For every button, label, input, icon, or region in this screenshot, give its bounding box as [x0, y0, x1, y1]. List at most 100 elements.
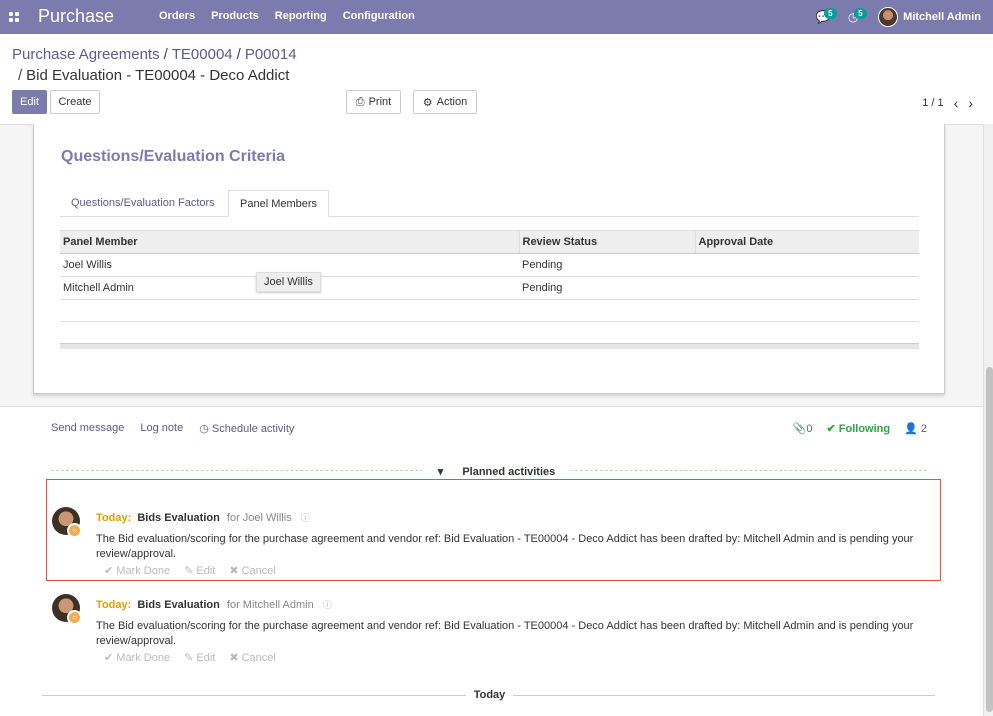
mark-done-label: Mark Done	[116, 652, 171, 664]
column-approval-date[interactable]: Approval Date	[694, 230, 919, 254]
mark-done-button[interactable]: ✔ Mark Done	[104, 651, 170, 664]
caret-down-icon: ▾	[429, 466, 452, 478]
check-icon: ✔	[826, 423, 836, 435]
followers-count: 2	[920, 423, 927, 435]
app-brand[interactable]: Purchase	[38, 6, 114, 27]
breadcrumb-purchase-agreements[interactable]: Purchase Agreements	[12, 46, 160, 63]
edit-label: Edit	[196, 565, 216, 577]
table-row[interactable]: Joel Willis Pending	[60, 253, 919, 277]
form-sheet: Questions/Evaluation Criteria Questions/…	[33, 124, 945, 394]
attachments-button[interactable]: 📎0	[793, 422, 813, 435]
systray: 💬 5 ◷ 5 Mitchell Admin	[808, 0, 993, 34]
activity-assignee: for Joel Willis	[226, 512, 292, 524]
menu-orders[interactable]: Orders	[159, 10, 195, 22]
menu-configuration[interactable]: Configuration	[343, 10, 415, 22]
planned-activities-toggle[interactable]: ▾ Planned activities	[0, 465, 993, 478]
table-row[interactable]: Mitchell Admin Pending	[60, 276, 919, 300]
apps-menu-icon[interactable]	[9, 12, 19, 22]
clock-icon: ◷	[199, 423, 209, 435]
mark-done-label: Mark Done	[116, 565, 171, 577]
info-icon[interactable]: ⓘ	[323, 600, 332, 610]
pencil-icon: ✎	[184, 565, 194, 577]
empty-row	[60, 321, 919, 344]
pager-previous-icon[interactable]: ‹	[954, 95, 959, 111]
create-button[interactable]: Create	[50, 90, 100, 114]
notebook-tabs: Questions/Evaluation Factors Panel Membe…	[60, 190, 919, 217]
user-avatar	[878, 7, 899, 27]
info-icon[interactable]: ⓘ	[301, 513, 310, 523]
messages-badge: 5	[824, 8, 837, 19]
action-label: Action	[436, 96, 468, 108]
messages-button[interactable]: 💬 5	[808, 0, 838, 34]
user-icon: 👤	[904, 423, 918, 435]
check-icon: ✔	[104, 565, 114, 577]
user-name: Mitchell Admin	[903, 11, 981, 23]
schedule-activity-button[interactable]: ◷ Schedule activity	[199, 422, 294, 435]
activity-when: Today:	[96, 512, 132, 524]
activity-actions: ✔ Mark Done ✎ Edit ✖ Cancel	[104, 564, 276, 577]
cancel-activity-button[interactable]: ✖ Cancel	[229, 564, 276, 577]
edit-label: Edit	[196, 652, 216, 664]
followers-button[interactable]: 👤 2	[904, 422, 927, 435]
schedule-activity-label: Schedule activity	[211, 423, 295, 435]
close-icon: ✖	[229, 652, 239, 664]
table-footer	[60, 343, 919, 349]
attachments-count: 0	[806, 423, 813, 435]
tooltip: Joel Willis	[256, 272, 321, 292]
pager-next-icon[interactable]: ›	[968, 95, 973, 111]
print-button[interactable]: ⎙ Print	[346, 90, 401, 114]
edit-button[interactable]: Edit	[12, 90, 47, 114]
breadcrumb-p00014[interactable]: P00014	[245, 46, 297, 63]
activities-badge: 5	[854, 8, 867, 19]
column-panel-member[interactable]: Panel Member	[60, 230, 519, 254]
edit-activity-button[interactable]: ✎ Edit	[184, 651, 215, 664]
today-label: Today	[465, 689, 514, 701]
edit-activity-button[interactable]: ✎ Edit	[184, 564, 215, 577]
activity-header: Today: Bids Evaluation for Mitchell Admi…	[96, 598, 332, 611]
cell-review-status: Pending	[519, 276, 695, 300]
breadcrumb-te00004[interactable]: TE00004	[172, 46, 233, 63]
log-note-button[interactable]: Log note	[140, 422, 183, 435]
activity-header: Today: Bids Evaluation for Joel Willis ⓘ	[96, 511, 310, 524]
paperclip-icon: 📎	[792, 423, 807, 435]
cancel-label: Cancel	[241, 565, 276, 577]
pencil-icon: ✎	[184, 652, 194, 664]
today-separator: Today	[0, 689, 979, 701]
check-icon: ✔	[104, 652, 114, 664]
cancel-activity-button[interactable]: ✖ Cancel	[229, 651, 276, 664]
activity-type-icon: ○	[67, 610, 82, 625]
user-menu[interactable]: Mitchell Admin	[868, 7, 993, 27]
planned-activities-label: Planned activities	[454, 466, 564, 478]
following-button[interactable]: ✔ Following	[827, 422, 891, 435]
menu-reporting[interactable]: Reporting	[275, 10, 327, 22]
column-review-status[interactable]: Review Status	[518, 230, 695, 254]
activity-title: Bids Evaluation	[137, 512, 220, 524]
print-label: Print	[368, 96, 392, 108]
activity-actions: ✔ Mark Done ✎ Edit ✖ Cancel	[104, 651, 276, 664]
activity-when: Today:	[96, 599, 132, 611]
panel-members-table: Panel Member Review Status Approval Date…	[60, 230, 919, 344]
printer-icon: ⎙	[355, 95, 365, 108]
pager-value[interactable]: 1 / 1	[922, 97, 943, 109]
action-button[interactable]: ⚙ Action	[413, 90, 477, 114]
send-message-button[interactable]: Send message	[51, 422, 124, 435]
chatter-topbar: Send message Log note ◷ Schedule activit…	[51, 422, 294, 435]
activity-title: Bids Evaluation	[137, 599, 220, 611]
activity-body: The Bid evaluation/scoring for the purch…	[96, 620, 914, 647]
scrollbar-thumb[interactable]	[986, 367, 993, 712]
cell-approval-date	[695, 276, 919, 300]
mark-done-button[interactable]: ✔ Mark Done	[104, 564, 170, 577]
following-label: Following	[838, 423, 891, 435]
menu-products[interactable]: Products	[211, 10, 259, 22]
tab-questions-evaluation-factors[interactable]: Questions/Evaluation Factors	[60, 190, 226, 217]
activity-body: The Bid evaluation/scoring for the purch…	[96, 533, 914, 560]
activity-item: ○ Today: Bids Evaluation for Joel Willis…	[52, 507, 932, 577]
top-navbar: Purchase Orders Products Reporting Confi…	[0, 0, 993, 34]
tab-panel-members[interactable]: Panel Members	[228, 190, 330, 217]
activity-type-icon: ○	[67, 523, 82, 538]
vertical-scrollbar[interactable]	[983, 124, 993, 716]
cell-review-status: Pending	[519, 253, 695, 277]
activities-button[interactable]: ◷ 5	[838, 0, 868, 34]
breadcrumb-current: Bid Evaluation - TE00004 - Deco Addict	[26, 67, 290, 84]
activity-item: ○ Today: Bids Evaluation for Mitchell Ad…	[52, 594, 932, 664]
